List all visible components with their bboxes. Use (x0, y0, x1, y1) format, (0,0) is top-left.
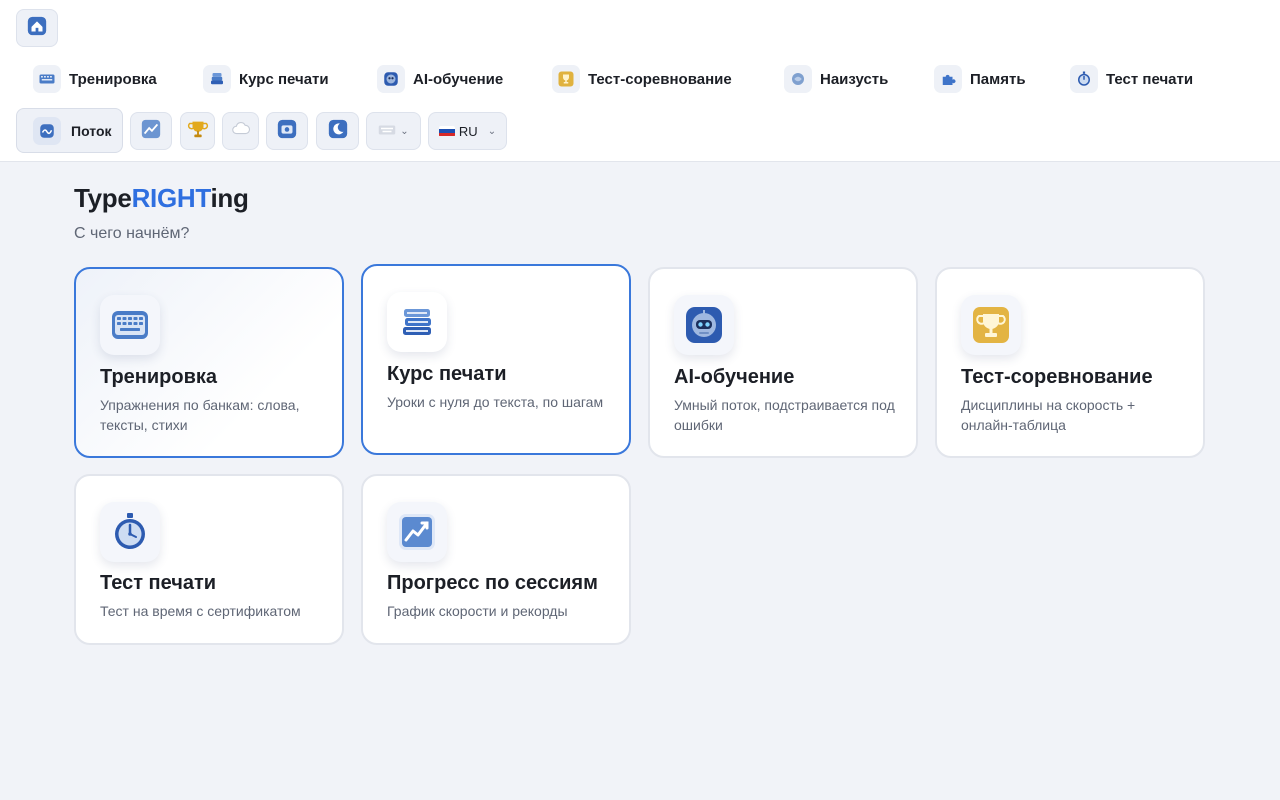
russia-flag-icon (438, 125, 455, 137)
nav-item-memory[interactable]: Память (934, 60, 1026, 98)
card-description: Уроки с нуля до текста, по шагам (387, 394, 604, 410)
trophy-icon (961, 295, 1021, 355)
home-button[interactable] (16, 9, 58, 47)
theme-button[interactable] (316, 112, 359, 150)
chart-icon (140, 118, 162, 145)
card-typing-test[interactable]: Тест печати Тест на время с сертификатом (74, 474, 344, 645)
flow-button-label: Поток (71, 122, 112, 139)
brand-part: ing (210, 183, 249, 213)
robot-icon (377, 65, 405, 93)
camera-button[interactable] (266, 112, 308, 150)
nav-item-typing-test[interactable]: Тест печати (1070, 60, 1193, 98)
card-title: Курс печати (387, 363, 507, 385)
brand-logo: TypeRIGHTing (74, 183, 249, 214)
card-training[interactable]: Тренировка Упражнения по банкам: слова, … (74, 267, 344, 458)
card-description: График скорости и рекорды (387, 603, 568, 619)
card-title: Прогресс по сессиям (387, 572, 598, 594)
chart-icon (387, 502, 447, 562)
moon-icon (327, 118, 349, 145)
flow-button[interactable]: Поток (16, 108, 123, 153)
keyboard-icon (378, 123, 396, 140)
books-icon (387, 292, 447, 352)
card-title: Тест печати (100, 572, 217, 594)
stopwatch-icon (1070, 65, 1098, 93)
trophy-icon (187, 118, 209, 145)
toolbar: Поток ⌄ RU ⌄ (0, 108, 1280, 153)
stopwatch-icon (100, 502, 160, 562)
keyboard-layout-select[interactable]: ⌄ (366, 112, 421, 150)
nav-item-label: Тест печати (1106, 70, 1194, 88)
card-description: Умный поток, подстраивается под ошибки (674, 397, 895, 433)
page-subtitle: С чего начнём? (74, 225, 190, 242)
nav-item-competition[interactable]: Тест-соревнование (552, 60, 732, 98)
chevron-down-icon: ⌄ (487, 125, 497, 137)
language-select[interactable]: RU ⌄ (428, 112, 507, 150)
card-description: Дисциплины на скорость + онлайн-таблица (961, 397, 1136, 433)
card-competition[interactable]: Тест-соревнование Дисциплины на скорость… (935, 267, 1205, 458)
robot-icon (674, 295, 734, 355)
nav-item-by-heart[interactable]: Наизусть (784, 60, 888, 98)
card-title: AI-обучение (674, 366, 795, 388)
nav-item-label: Память (970, 70, 1026, 88)
language-value: RU (458, 123, 478, 139)
brand-part: Type (74, 183, 132, 213)
books-icon (203, 65, 231, 93)
card-progress[interactable]: Прогресс по сессиям График скорости и ре… (361, 474, 631, 645)
keyboard-icon (100, 295, 160, 355)
nav-item-label: Тренировка (69, 70, 157, 88)
nav-item-label: Наизусть (820, 70, 889, 88)
home-icon (26, 15, 48, 42)
nav-item-label: AI-обучение (413, 70, 504, 88)
nav-item-ai[interactable]: AI-обучение (377, 60, 503, 98)
puzzle-icon (934, 65, 962, 93)
nav-item-label: Тест-соревнование (588, 70, 732, 88)
card-title: Тренировка (100, 366, 218, 388)
card-course[interactable]: Курс печати Уроки с нуля до текста, по ш… (361, 264, 631, 455)
card-description: Упражнения по банкам: слова, тексты, сти… (100, 397, 300, 433)
nav-item-training[interactable]: Тренировка (33, 60, 157, 98)
card-title: Тест-соревнование (961, 366, 1153, 388)
leaderboard-button[interactable] (180, 112, 215, 150)
camera-icon (276, 118, 298, 145)
chevron-down-icon: ⌄ (400, 125, 409, 137)
progress-button[interactable] (130, 112, 172, 150)
trophy-icon (552, 65, 580, 93)
nav-item-course[interactable]: Курс печати (203, 60, 329, 98)
keyboard-icon (33, 65, 61, 93)
cloud-sync-button[interactable] (222, 112, 259, 150)
cloud-icon (230, 118, 252, 145)
main-nav: Тренировка Курс печати AI-обучение Тест-… (0, 60, 1280, 98)
nav-item-label: Курс печати (239, 70, 329, 88)
card-description: Тест на время с сертификатом (100, 603, 301, 619)
brain-icon (784, 65, 812, 93)
card-ai[interactable]: AI-обучение Умный поток, подстраивается … (648, 267, 918, 458)
brand-highlight: RIGHT (131, 183, 211, 213)
top-bar: Тренировка Курс печати AI-обучение Тест-… (0, 0, 1280, 162)
wave-icon (33, 116, 61, 145)
